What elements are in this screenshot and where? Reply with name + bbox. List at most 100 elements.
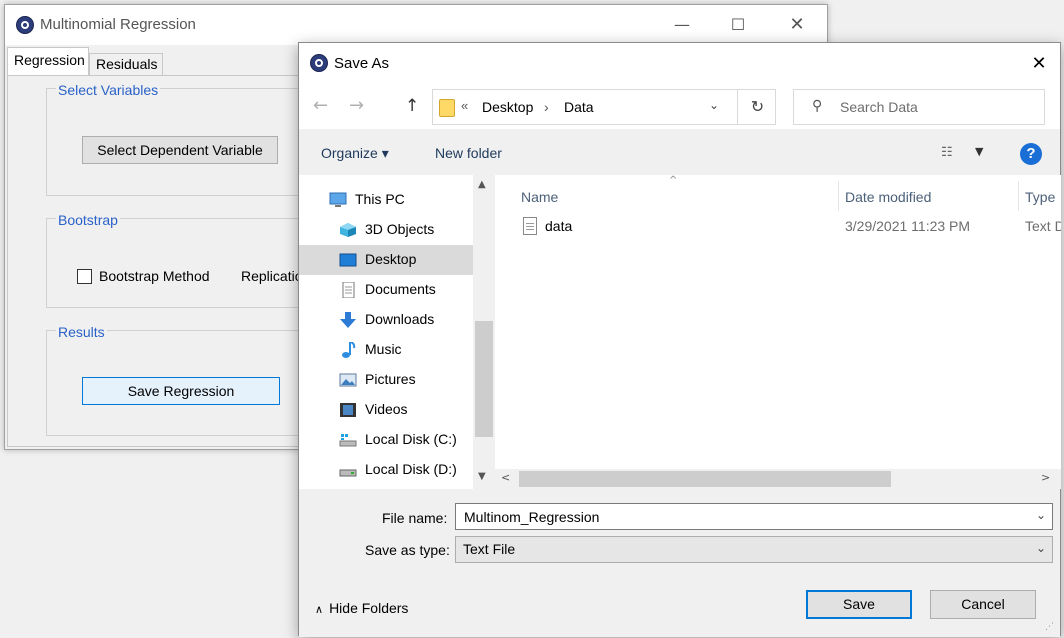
nav-item-music[interactable]: Music xyxy=(299,335,473,365)
save-regression-button[interactable]: Save Regression xyxy=(82,377,280,405)
nav-item-desktop[interactable]: Desktop xyxy=(299,245,473,275)
save-as-type-select[interactable]: Text File ⌄ xyxy=(455,536,1053,563)
scroll-left-icon[interactable]: < xyxy=(501,471,510,484)
breadcrumb-overflow-icon[interactable]: « xyxy=(461,98,468,113)
tab-residuals[interactable]: Residuals xyxy=(89,53,163,75)
save-form: File name: ⌄ Save as type: Text File ⌄ ∧… xyxy=(299,489,1060,637)
close-icon[interactable]: ✕ xyxy=(777,13,817,37)
main-titlebar[interactable]: Multinomial Regression — ☐ ✕ xyxy=(5,5,827,45)
maximize-icon[interactable]: ☐ xyxy=(718,13,758,37)
navigation-scrollbar[interactable]: ▲ ▼ xyxy=(473,175,495,489)
select-dependent-variable-button[interactable]: Select Dependent Variable xyxy=(82,136,278,164)
search-icon: ⚲ xyxy=(812,98,823,114)
file-list: ^ Name Date modified Type data 3/29/2021… xyxy=(495,175,1061,489)
hide-folders-button[interactable]: ∧ Hide Folders xyxy=(315,600,408,616)
drive-icon xyxy=(339,434,357,447)
nav-item-label: 3D Objects xyxy=(365,221,435,237)
up-arrow-icon[interactable]: ↑ xyxy=(405,96,419,116)
help-icon[interactable]: ? xyxy=(1020,143,1042,165)
nav-item-label: Local Disk (C:) xyxy=(365,431,457,447)
chevron-down-icon[interactable]: ⌄ xyxy=(1036,508,1046,522)
nav-item-this-pc[interactable]: This PC xyxy=(299,185,473,215)
nav-item-documents[interactable]: Documents xyxy=(299,275,473,305)
drive-icon xyxy=(339,469,357,477)
replications-label: Replications xyxy=(241,268,305,284)
nav-item-pictures[interactable]: Pictures xyxy=(299,365,473,395)
scrollbar-thumb[interactable] xyxy=(519,471,891,487)
nav-item-label: Documents xyxy=(365,281,436,297)
nav-item-videos[interactable]: Videos xyxy=(299,395,473,425)
new-folder-button[interactable]: New folder xyxy=(435,145,502,161)
view-options-icon[interactable]: ☷ xyxy=(941,145,953,160)
app-logo-icon xyxy=(310,54,328,72)
tab-regression[interactable]: Regression xyxy=(7,47,89,75)
nav-item-label: Videos xyxy=(365,401,408,417)
results-title: Results xyxy=(56,324,107,340)
chevron-down-icon[interactable]: ⌄ xyxy=(1036,541,1046,555)
view-dropdown-icon[interactable]: ▼ xyxy=(975,145,983,158)
cancel-button[interactable]: Cancel xyxy=(930,590,1036,619)
select-variables-title: Select Variables xyxy=(56,82,161,98)
dialog-close-icon[interactable]: ✕ xyxy=(1021,51,1057,77)
breadcrumb-desktop[interactable]: Desktop xyxy=(482,99,533,115)
save-as-dialog: Save As ✕ ← → ↑ « Desktop › Data ⌄ ↻ ⚲ O… xyxy=(298,42,1061,637)
address-dropdown-icon[interactable]: ⌄ xyxy=(709,98,719,112)
music-icon xyxy=(342,342,356,358)
scrollbar-thumb[interactable] xyxy=(475,321,493,437)
horizontal-scrollbar[interactable]: < > xyxy=(495,469,1061,489)
organize-menu-button[interactable]: Organize ▾ xyxy=(321,145,389,162)
breadcrumb-data[interactable]: Data xyxy=(564,99,594,115)
nav-item-downloads[interactable]: Downloads xyxy=(299,305,473,335)
nav-item-label: Local Disk (D:) xyxy=(365,461,457,477)
main-window-title: Multinomial Regression xyxy=(40,16,196,33)
monitor-icon xyxy=(329,192,347,207)
nav-item-label: This PC xyxy=(355,191,405,207)
navigation-bar: ← → ↑ « Desktop › Data ⌄ ↻ ⚲ xyxy=(299,85,1060,129)
nav-item-label: Downloads xyxy=(365,311,435,327)
nav-item-local-disk-d[interactable]: Local Disk (D:) xyxy=(299,455,473,485)
address-bar[interactable]: « Desktop › Data ⌄ ↻ xyxy=(432,89,776,125)
file-name-input[interactable] xyxy=(462,507,1022,527)
refresh-icon[interactable]: ↻ xyxy=(737,90,777,124)
search-box[interactable]: ⚲ xyxy=(793,89,1045,125)
bootstrap-method-checkbox[interactable] xyxy=(77,269,92,284)
download-icon xyxy=(340,312,356,328)
nav-item-3d-objects[interactable]: 3D Objects xyxy=(299,215,473,245)
text-file-icon xyxy=(523,217,537,235)
nav-item-local-disk-c[interactable]: Local Disk (C:) xyxy=(299,425,473,455)
file-row[interactable]: data 3/29/2021 11:23 PM Text Document xyxy=(515,215,1061,239)
resize-grip-icon[interactable]: ⋰ xyxy=(1045,621,1054,632)
nav-item-label: Pictures xyxy=(365,371,416,387)
chevron-up-icon: ∧ xyxy=(315,603,324,616)
search-input[interactable] xyxy=(838,96,1038,118)
bootstrap-method-label: Bootstrap Method xyxy=(99,268,210,284)
forward-arrow-icon[interactable]: → xyxy=(349,95,364,116)
breadcrumb-separator-icon[interactable]: › xyxy=(544,99,549,115)
dialog-title: Save As xyxy=(334,55,390,72)
document-icon xyxy=(342,282,355,298)
minimize-icon[interactable]: — xyxy=(662,13,702,37)
file-type: Text Document xyxy=(1025,218,1061,234)
column-header-name[interactable]: Name xyxy=(521,181,839,211)
back-arrow-icon[interactable]: ← xyxy=(313,95,328,116)
video-icon xyxy=(340,403,356,417)
file-name-label: File name: xyxy=(382,510,448,526)
bootstrap-title: Bootstrap xyxy=(56,212,120,228)
app-logo-icon xyxy=(16,16,34,34)
folder-icon xyxy=(439,99,455,117)
scroll-down-icon[interactable]: ▼ xyxy=(478,471,486,482)
column-header-date-modified[interactable]: Date modified xyxy=(845,181,1019,211)
desktop-icon xyxy=(339,253,357,267)
scroll-right-icon[interactable]: > xyxy=(1041,471,1050,484)
file-date-modified: 3/29/2021 11:23 PM xyxy=(845,218,971,234)
save-button[interactable]: Save xyxy=(806,590,912,619)
navigation-pane: This PC 3D Objects Desktop Documents Dow… xyxy=(299,175,495,489)
picture-icon xyxy=(339,373,357,387)
column-header-type[interactable]: Type xyxy=(1025,181,1061,211)
save-as-type-label: Save as type: xyxy=(365,542,450,558)
bootstrap-group xyxy=(46,218,316,308)
dialog-titlebar[interactable]: Save As ✕ xyxy=(299,43,1060,85)
nav-item-label: Music xyxy=(365,341,402,357)
file-name-combobox[interactable]: ⌄ xyxy=(455,503,1053,530)
scroll-up-icon[interactable]: ▲ xyxy=(478,179,486,190)
